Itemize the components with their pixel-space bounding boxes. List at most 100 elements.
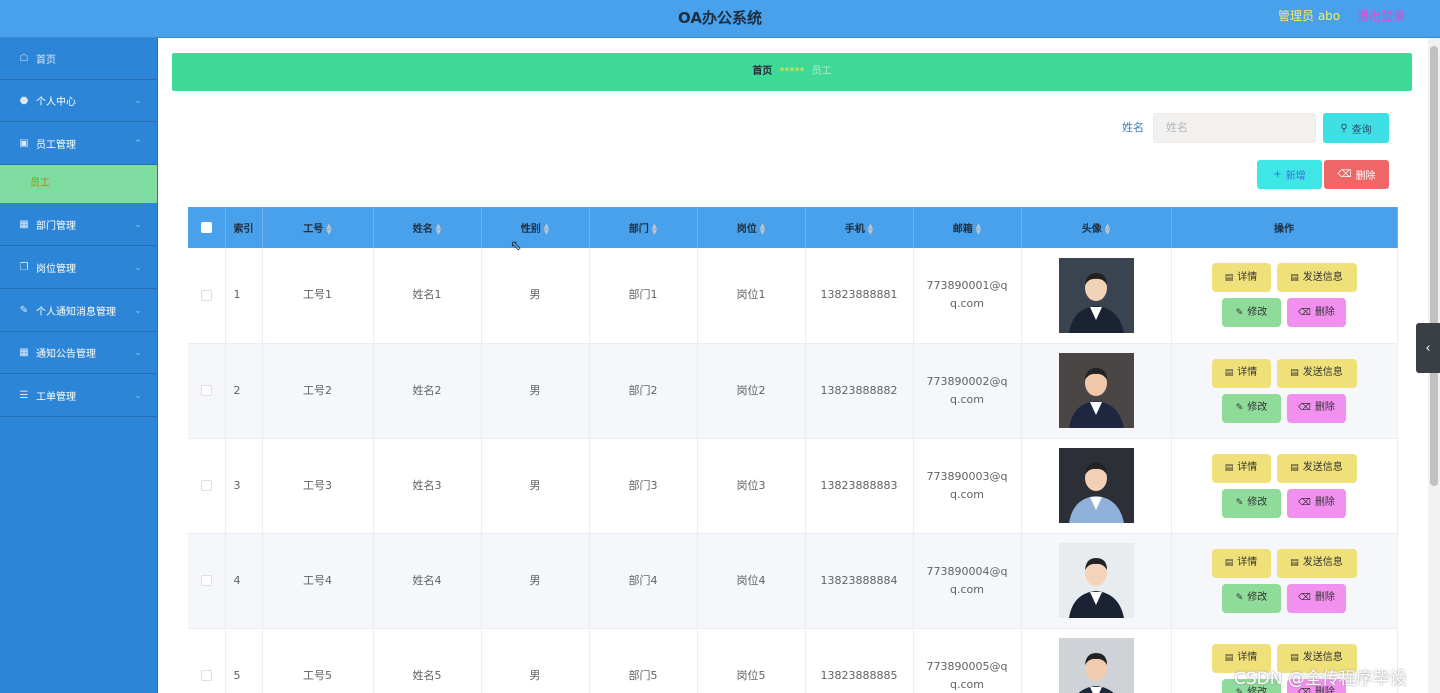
breadcrumb-current: 员工 [811,66,832,77]
cell-emp-no: 工号2 [262,343,374,439]
user-icon: ● [19,95,29,106]
search-button[interactable]: ⚲ 查询 [1323,113,1389,143]
sidebar-item-workorder-management[interactable]: ☰ 工单管理 ⌄ [0,375,157,417]
add-button[interactable]: + 新增 [1257,160,1322,189]
column-header-dept[interactable]: 部门 ▲ ▼ [589,207,698,248]
cell-index: 3 [225,438,263,534]
row-delete-button-label: 删除 [1314,306,1335,318]
sort-icon[interactable]: ▲ ▼ [436,223,441,236]
cell-emp-no: 工号4 [262,533,374,629]
avatar[interactable] [1058,543,1134,618]
row-checkbox[interactable] [200,385,212,396]
sort-icon[interactable]: ▲ ▼ [544,223,549,236]
edit-button[interactable]: ✎ 修改 [1222,393,1281,423]
select-all-checkbox[interactable] [200,221,212,233]
sidebar-item-home[interactable]: ☖ 首页 [0,38,157,80]
row-checkbox[interactable] [200,289,212,301]
detail-button[interactable]: ▤ 详情 [1211,453,1271,483]
detail-button[interactable]: ▤ 详情 [1211,548,1271,578]
column-header-label: 性别 [520,224,541,235]
cell-gender: 男 [481,248,590,344]
detail-button[interactable]: ▤ 详情 [1211,358,1271,388]
column-header-email[interactable]: 邮箱 ▲ ▼ [913,207,1022,248]
cell-dept: 部门1 [589,248,698,344]
column-header-label: 头像 [1081,224,1102,235]
row-checkbox[interactable] [200,480,212,491]
send-message-button[interactable]: ▤ 发送信息 [1276,453,1357,483]
table-row[interactable]: 2 工号2 姓名2 男 部门2 岗位2 13823888882 77389000… [188,343,1398,439]
batch-delete-button[interactable]: ⌫ 删除 [1324,160,1389,189]
cell-avatar [1021,438,1172,534]
edit-button[interactable]: ✎ 修改 [1222,298,1281,328]
side-panel-toggle[interactable]: ‹ [1416,323,1440,373]
edit-button[interactable]: ✎ 修改 [1222,488,1281,518]
name-search-input[interactable] [1153,113,1316,143]
table-row[interactable]: 1 工号1 姓名1 男 部门1 岗位1 13823888881 77389000… [188,248,1398,344]
sort-icon[interactable]: ▲ ▼ [652,223,657,236]
row-delete-button[interactable]: ⌫ 删除 [1287,393,1346,423]
column-header-avatar[interactable]: 头像 ▲ ▼ [1021,207,1172,248]
trash-icon: ⌫ [1298,593,1311,603]
row-checkbox[interactable] [200,575,212,586]
sort-icon[interactable]: ▲ ▼ [976,223,981,236]
employee-table: 索引 工号 ▲ ▼ 姓名 ▲ ▼ 性别 ▲ ▼ 部门 ▲ ▼ 岗位 ▲ ▼ 手机 ▲ ▼ 邮箱 ▲ ▼ 头像… [188,207,1398,693]
cell-avatar [1021,628,1172,693]
logout-link[interactable]: 退出登录 [1357,0,1405,33]
table-row[interactable]: 5 工号5 姓名5 男 部门5 岗位5 13823888885 77389000… [188,628,1398,693]
send-message-button[interactable]: ▤ 发送信息 [1276,263,1357,293]
column-header-post[interactable]: 岗位 ▲ ▼ [697,207,806,248]
row-delete-button[interactable]: ⌫ 删除 [1287,298,1346,328]
sidebar-subitem-employee[interactable]: 员工 [0,165,157,203]
chevron-down-icon: ⌄ [134,95,142,106]
detail-button-label: 详情 [1237,557,1258,568]
row-delete-button[interactable]: ⌫ 删除 [1287,583,1346,613]
sidebar-item-department-management[interactable]: ▦ 部门管理 ⌄ [0,204,157,246]
cell-phone: 13823888885 [805,628,914,693]
trash-icon: ⌫ [1298,403,1311,413]
sort-icon[interactable]: ▲ ▼ [760,223,765,236]
cell-phone: 13823888883 [805,438,914,534]
sidebar-item-personal-center[interactable]: ● 个人中心 ⌄ [0,80,157,122]
row-delete-button[interactable]: ⌫ 删除 [1287,488,1346,518]
trash-icon: ⌫ [1298,498,1311,508]
send-message-button-label: 发送信息 [1302,271,1343,283]
row-delete-button-label: 删除 [1314,497,1335,508]
row-checkbox[interactable] [200,670,212,681]
column-header-label: 工号 [303,224,324,235]
chevron-left-icon: ‹ [1425,340,1431,356]
table-row[interactable]: 3 工号3 姓名3 男 部门3 岗位3 13823888883 77389000… [188,438,1398,534]
sort-icon[interactable]: ▲ ▼ [1105,223,1110,236]
select-all-cell [188,207,226,248]
sidebar-item-post-management[interactable]: ❐ 岗位管理 ⌄ [0,247,157,289]
sidebar-item-employee-management[interactable]: ▣ 员工管理 ⌃ [0,123,157,165]
column-header-name[interactable]: 姓名 ▲ ▼ [373,207,482,248]
column-header-gender[interactable]: 性别 ▲ ▼ [481,207,590,248]
avatar[interactable] [1058,257,1134,333]
breadcrumb-home[interactable]: 首页 [752,66,772,77]
scrollbar-thumb[interactable] [1430,46,1438,486]
edit-icon: ✎ [19,305,29,316]
sort-icon[interactable]: ▲ ▼ [326,223,331,236]
sidebar-item-label: 个人中心 [36,97,76,108]
detail-button[interactable]: ▤ 详情 [1211,263,1271,293]
edit-button[interactable]: ✎ 修改 [1222,583,1281,613]
trash-icon: ⌫ [1298,307,1311,318]
search-label: 姓名 [1122,121,1144,134]
delete-button-label: 删除 [1355,171,1376,182]
avatar[interactable] [1058,638,1134,693]
column-header-emp-no[interactable]: 工号 ▲ ▼ [262,207,374,248]
send-message-button[interactable]: ▤ 发送信息 [1276,548,1357,578]
sidebar-item-label: 员工管理 [36,140,76,151]
table-row[interactable]: 4 工号4 姓名4 男 部门4 岗位4 13823888884 77389000… [188,533,1398,629]
sort-icon[interactable]: ▲ ▼ [868,223,873,236]
document-icon: ▤ [1224,653,1234,663]
avatar[interactable] [1058,353,1134,428]
send-message-button[interactable]: ▤ 发送信息 [1276,358,1357,388]
avatar[interactable] [1058,448,1134,523]
column-header-phone[interactable]: 手机 ▲ ▼ [805,207,914,248]
detail-button-label: 详情 [1237,462,1258,473]
sidebar-item-notification-management[interactable]: ✎ 个人通知消息管理 ⌄ [0,290,157,332]
copy-icon: ❐ [19,262,29,273]
mouse-cursor-icon: ⬁ [510,238,522,254]
sidebar-item-announcement-management[interactable]: ▦ 通知公告管理 ⌄ [0,332,157,374]
